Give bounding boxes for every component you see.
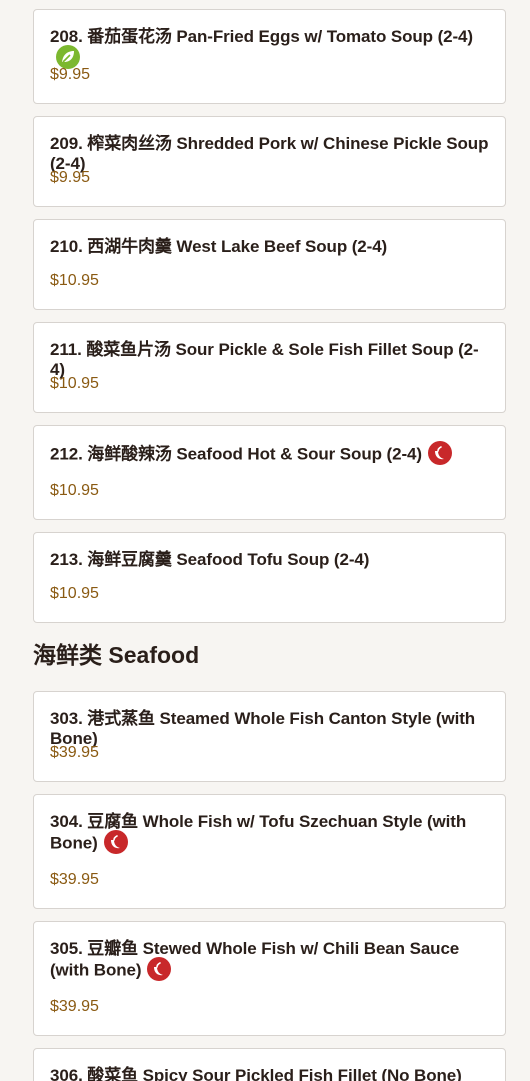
section-heading: 海鲜类 Seafood	[33, 642, 200, 668]
menu-item-price: $10.95	[50, 585, 99, 602]
menu-item-card[interactable]: 211. 酸菜鱼片汤 Sour Pickle & Sole Fish Fille…	[33, 322, 506, 413]
menu-item-card[interactable]: 209. 榨菜肉丝汤 Shredded Pork w/ Chinese Pick…	[33, 116, 506, 207]
menu-item-card[interactable]: 212. 海鲜酸辣汤 Seafood Hot & Sour Soup (2-4)…	[33, 425, 506, 520]
menu-item-price: $39.95	[50, 871, 99, 888]
menu-item-card[interactable]: 305. 豆瓣鱼 Stewed Whole Fish w/ Chili Bean…	[33, 921, 506, 1036]
menu-item-price: $9.95	[50, 169, 91, 186]
menu-item-name: 212. 海鲜酸辣汤 Seafood Hot & Sour Soup (2-4)	[50, 444, 422, 464]
menu-item-price: $39.95	[50, 744, 99, 761]
menu-item-title: 304. 豆腐鱼 Whole Fish w/ Tofu Szechuan Sty…	[50, 812, 489, 856]
chili-icon	[147, 957, 172, 981]
menu-item-title: 306. 酸菜鱼 Spicy Sour Pickled Fish Fillet …	[50, 1066, 489, 1081]
menu-item-card[interactable]: 213. 海鲜豆腐羹 Seafood Tofu Soup (2-4) $10.9…	[33, 532, 506, 623]
menu-item-name: 305. 豆瓣鱼 Stewed Whole Fish w/ Chili Bean…	[50, 939, 460, 980]
menu-item-price: $39.95	[50, 998, 99, 1015]
chili-icon	[427, 441, 452, 465]
chili-icon	[103, 830, 128, 854]
menu-item-title: 211. 酸菜鱼片汤 Sour Pickle & Sole Fish Fille…	[50, 340, 489, 380]
menu-item-card[interactable]: 208. 番茄蛋花汤 Pan-Fried Eggs w/ Tomato Soup…	[33, 9, 506, 104]
menu-item-name: 306. 酸菜鱼 Spicy Sour Pickled Fish Fillet …	[50, 1066, 462, 1081]
menu-item-card[interactable]: 306. 酸菜鱼 Spicy Sour Pickled Fish Fillet …	[33, 1048, 506, 1081]
menu-item-card[interactable]: 304. 豆腐鱼 Whole Fish w/ Tofu Szechuan Sty…	[33, 794, 506, 909]
menu-item-title: 303. 港式蒸鱼 Steamed Whole Fish Canton Styl…	[50, 709, 489, 749]
menu-item-price: $10.95	[50, 272, 99, 289]
menu-item-title: 213. 海鲜豆腐羹 Seafood Tofu Soup (2-4)	[50, 550, 489, 570]
menu-item-price: $10.95	[50, 482, 99, 499]
menu-item-name: 208. 番茄蛋花汤 Pan-Fried Eggs w/ Tomato Soup…	[50, 27, 473, 46]
menu-item-name: 210. 西湖牛肉羹 West Lake Beef Soup (2-4)	[50, 237, 388, 256]
menu-item-title: 208. 番茄蛋花汤 Pan-Fried Eggs w/ Tomato Soup…	[50, 27, 489, 71]
menu-item-name: 213. 海鲜豆腐羹 Seafood Tofu Soup (2-4)	[50, 550, 370, 569]
menu-item-price: $9.95	[50, 66, 91, 83]
menu-page: 208. 番茄蛋花汤 Pan-Fried Eggs w/ Tomato Soup…	[0, 0, 530, 1081]
menu-item-card[interactable]: 210. 西湖牛肉羹 West Lake Beef Soup (2-4) $10…	[33, 219, 506, 310]
menu-item-title: 210. 西湖牛肉羹 West Lake Beef Soup (2-4)	[50, 237, 489, 257]
menu-item-name: 209. 榨菜肉丝汤 Shredded Pork w/ Chinese Pick…	[50, 134, 489, 173]
menu-item-name: 303. 港式蒸鱼 Steamed Whole Fish Canton Styl…	[50, 709, 476, 748]
menu-item-title: 305. 豆瓣鱼 Stewed Whole Fish w/ Chili Bean…	[50, 939, 489, 983]
menu-item-name: 211. 酸菜鱼片汤 Sour Pickle & Sole Fish Fille…	[50, 340, 479, 379]
menu-item-title: 209. 榨菜肉丝汤 Shredded Pork w/ Chinese Pick…	[50, 134, 489, 174]
menu-item-card[interactable]: 303. 港式蒸鱼 Steamed Whole Fish Canton Styl…	[33, 691, 506, 782]
menu-item-price: $10.95	[50, 375, 99, 392]
menu-item-title: 212. 海鲜酸辣汤 Seafood Hot & Sour Soup (2-4)	[50, 441, 489, 467]
